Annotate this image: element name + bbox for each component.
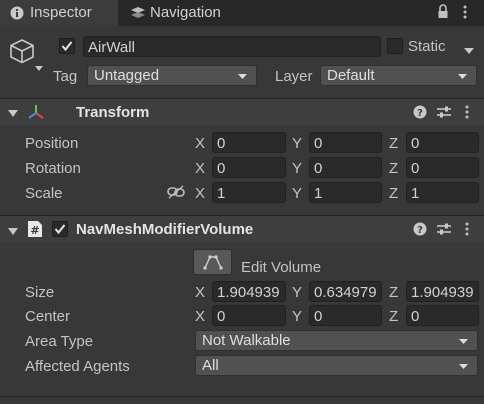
edit-volume-label: Edit Volume (241, 259, 322, 276)
lock-icon[interactable] (437, 4, 449, 24)
axis-z-label: Z (389, 308, 399, 325)
position-z-field[interactable]: 0 (406, 132, 479, 153)
center-x-field[interactable]: 0 (212, 305, 286, 326)
center-z-field[interactable]: 0 (406, 305, 479, 326)
divider (0, 396, 484, 397)
help-icon[interactable]: ? (413, 105, 427, 123)
svg-text:?: ? (417, 225, 423, 236)
size-z-field[interactable]: 1.904939 (406, 281, 479, 302)
object-name-input[interactable]: AirWall (83, 36, 381, 57)
more-options-icon[interactable] (462, 5, 468, 23)
chevron-down-icon (458, 359, 469, 375)
layer-value: Default (327, 67, 375, 84)
edit-bounds-icon (203, 254, 223, 274)
size-x-field[interactable]: 1.904939 (212, 281, 286, 302)
chevron-down-icon (458, 334, 469, 350)
scale-y-field[interactable]: 1 (309, 182, 382, 203)
tab-navigation-label: Navigation (150, 4, 221, 21)
axis-z-label: Z (389, 160, 399, 177)
area-type-value: Not Walkable (202, 332, 291, 349)
affected-agents-label: Affected Agents (25, 358, 130, 375)
gameobject-cube-icon[interactable] (9, 38, 35, 68)
tab-navigation[interactable]: Navigation (124, 0, 244, 26)
scale-label: Scale (25, 185, 63, 202)
area-type-dropdown[interactable]: Not Walkable (195, 330, 478, 351)
axis-x-label: X (195, 135, 206, 152)
info-icon (10, 6, 24, 24)
component-menu-icon[interactable] (464, 222, 470, 240)
axis-z-label: Z (389, 135, 399, 152)
axis-x-label: X (195, 160, 206, 177)
axis-y-label: Y (292, 135, 303, 152)
position-y-field[interactable]: 0 (309, 132, 382, 153)
axis-x-label: X (195, 284, 206, 301)
size-label: Size (25, 284, 55, 301)
svg-text:#: # (30, 224, 39, 237)
foldout-arrow-icon[interactable] (7, 224, 19, 241)
layer-label: Layer (275, 68, 313, 85)
layer-dropdown[interactable]: Default (320, 65, 477, 86)
navmesh-modifier-title: NavMeshModifierVolume (76, 221, 254, 238)
foldout-arrow-icon[interactable] (7, 106, 19, 123)
static-dropdown-arrow-icon[interactable] (463, 42, 475, 59)
center-y-field[interactable]: 0 (309, 305, 382, 326)
script-icon: # (27, 220, 43, 242)
scale-z-field[interactable]: 1 (406, 182, 479, 203)
help-icon[interactable]: ? (413, 222, 427, 240)
axis-y-label: Y (292, 284, 303, 301)
component-menu-icon[interactable] (464, 105, 470, 123)
rotation-label: Rotation (25, 160, 81, 177)
area-type-label: Area Type (25, 333, 94, 350)
tag-label: Tag (53, 68, 78, 85)
tag-value: Untagged (94, 67, 160, 84)
tab-inspector[interactable]: Inspector (0, 0, 118, 26)
scale-x-field[interactable]: 1 (212, 182, 286, 203)
axis-z-label: Z (389, 284, 399, 301)
component-enabled-checkbox[interactable] (52, 221, 68, 237)
icon-dropdown-arrow-icon[interactable] (34, 60, 44, 77)
affected-agents-dropdown[interactable]: All (195, 355, 478, 376)
size-y-field[interactable]: 0.634979 (309, 281, 382, 302)
axis-x-label: X (195, 308, 206, 325)
transform-title: Transform (76, 104, 150, 121)
axis-y-label: Y (292, 185, 303, 202)
link-icon[interactable] (167, 184, 185, 204)
center-label: Center (25, 308, 71, 325)
chevron-down-icon (237, 69, 248, 85)
chevron-down-icon (457, 69, 468, 85)
svg-text:?: ? (417, 108, 423, 119)
tag-dropdown[interactable]: Untagged (87, 65, 257, 86)
tab-inspector-label: Inspector (30, 4, 92, 21)
axis-y-label: Y (292, 308, 303, 325)
active-checkbox[interactable] (59, 38, 75, 54)
presets-icon[interactable] (436, 105, 452, 123)
axis-z-label: Z (389, 185, 399, 202)
static-label: Static (408, 38, 446, 55)
axis-x-label: X (195, 185, 206, 202)
position-x-field[interactable]: 0 (212, 132, 286, 153)
transform-axes-icon (26, 102, 46, 126)
transform-header[interactable] (0, 99, 484, 125)
edit-volume-button[interactable] (193, 249, 232, 275)
rotation-x-field[interactable]: 0 (212, 157, 286, 178)
axis-y-label: Y (292, 160, 303, 177)
position-label: Position (25, 135, 79, 152)
rotation-y-field[interactable]: 0 (309, 157, 382, 178)
presets-icon[interactable] (436, 222, 452, 240)
navigation-icon (130, 6, 146, 24)
rotation-z-field[interactable]: 0 (406, 157, 479, 178)
static-checkbox[interactable] (387, 38, 403, 54)
affected-agents-value: All (202, 357, 219, 374)
